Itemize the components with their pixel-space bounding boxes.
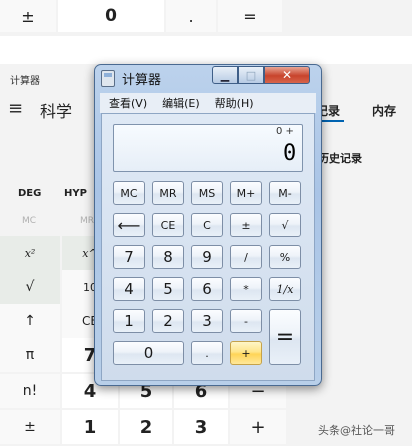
backspace-button[interactable]: ⟵ [113,213,145,237]
decimal-button[interactable]: . [191,341,223,365]
minus-button[interactable]: - [230,309,262,333]
c-button[interactable]: C [191,213,223,237]
memory-recall-disabled: MR [80,216,95,226]
plus-button-active[interactable]: + [230,341,262,365]
digit-0-button[interactable]: 0 [113,341,184,365]
digit-1-key[interactable]: 1 [62,410,118,444]
top-zero-key[interactable]: 0 [58,0,164,32]
digit-1-button[interactable]: 1 [113,309,145,333]
square-key[interactable]: x² [0,236,60,270]
mr-button[interactable]: MR [152,181,184,205]
sqrt-button[interactable]: √ [269,213,301,237]
m-minus-button[interactable]: M- [269,181,301,205]
divide-button[interactable]: / [230,245,262,269]
multiply-button[interactable]: * [230,277,262,301]
menu-edit[interactable]: 编辑(E) [162,95,200,111]
digit-4-button[interactable]: 4 [113,277,145,301]
tab-memory[interactable]: 内存 [372,102,396,119]
hyp-button[interactable]: HYP [64,188,87,199]
negate-key[interactable]: ± [0,410,60,444]
minimize-button[interactable]: ▁ [212,66,238,84]
add-key[interactable]: + [230,410,286,444]
digit-2-key[interactable]: 2 [120,410,172,444]
digit-5-button[interactable]: 5 [152,277,184,301]
top-equals-key[interactable]: = [218,0,282,32]
digit-6-button[interactable]: 6 [191,277,223,301]
digit-3-key[interactable]: 3 [174,410,228,444]
factorial-key[interactable]: n! [0,374,60,408]
calculator-display [113,124,303,172]
mc-button[interactable]: MC [113,181,145,205]
digit-2-button[interactable]: 2 [152,309,184,333]
digit-3-button[interactable]: 3 [191,309,223,333]
pi-key[interactable]: π [0,338,60,372]
percent-button[interactable]: % [269,245,301,269]
digit-7-button[interactable]: 7 [113,245,145,269]
ce-button[interactable]: CE [152,213,184,237]
maximize-button[interactable]: □ [238,66,264,84]
plus-minus-button[interactable]: ± [230,213,262,237]
sqrt-key[interactable]: √ [0,270,60,304]
top-plus-minus-key[interactable]: ± [0,0,56,32]
menu-help[interactable]: 帮助(H) [215,95,254,111]
close-button[interactable]: ✕ [264,66,310,84]
equals-button[interactable]: = [269,309,301,365]
memory-clear-disabled: MC [22,216,37,226]
deg-button[interactable]: DEG [18,188,41,199]
ms-button[interactable]: MS [191,181,223,205]
win10-window-title: 计算器 [10,76,40,87]
display-value: 0 [283,141,297,166]
history-empty-text: 历史记录 [318,152,362,165]
display-expression: 0 + [276,126,294,137]
top-decimal-key[interactable]: . [166,0,216,32]
digit-8-button[interactable]: 8 [152,245,184,269]
menu-view[interactable]: 查看(V) [109,95,147,111]
m-plus-button[interactable]: M+ [230,181,262,205]
reciprocal-button[interactable]: 1/x [269,277,301,301]
calculator-mode-title: 科学 [40,102,73,121]
menu-bar: 查看(V) 编辑(E) 帮助(H) [100,93,316,113]
win7-window-title: 计算器 [122,73,162,88]
watermark-text: 头条@社论一哥 [318,424,395,437]
second-function-key[interactable]: ↑ [0,304,60,338]
digit-9-button[interactable]: 9 [191,245,223,269]
calculator-app-icon [101,70,115,87]
hamburger-menu-icon[interactable]: ≡ [8,98,23,119]
